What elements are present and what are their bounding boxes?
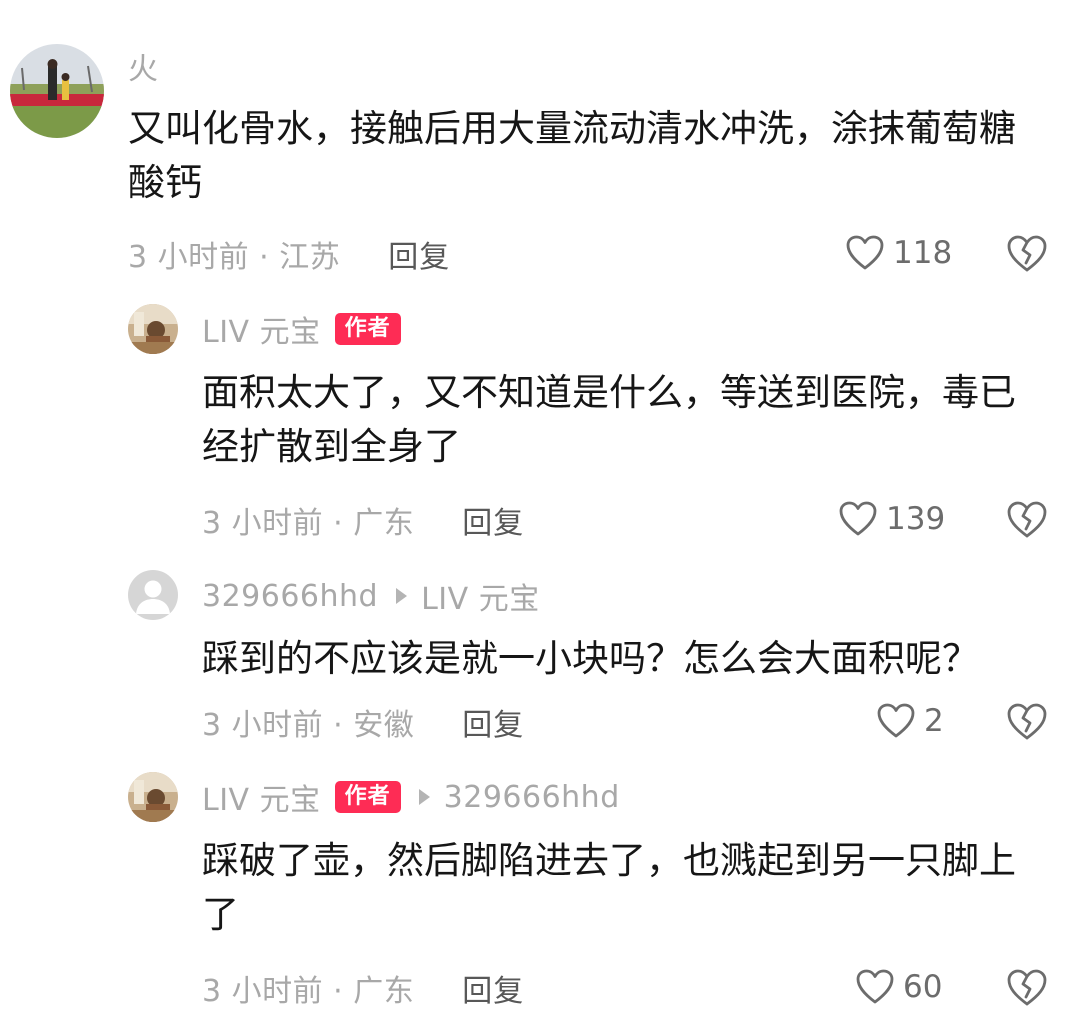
- reply-target[interactable]: LIV 元宝: [421, 574, 540, 618]
- like-button[interactable]: 139: [838, 500, 945, 538]
- heart-outline-icon: [846, 235, 884, 270]
- dislike-button[interactable]: [1006, 968, 1048, 1012]
- heart-outline-icon: [839, 501, 877, 536]
- triangle-right-icon: [418, 789, 430, 805]
- name-row: 329666hhd LIV 元宝: [202, 574, 540, 618]
- time-location: 3 小时前 · 广东: [202, 506, 415, 541]
- name-row: LIV 元宝 作者: [202, 307, 401, 351]
- like-count: 60: [903, 969, 943, 1005]
- dislike-button[interactable]: [1006, 702, 1048, 746]
- time-location: 3 小时前 · 广东: [202, 974, 415, 1009]
- meta-row: 3 小时前 · 广东 回复: [202, 498, 524, 542]
- username[interactable]: 329666hhd: [202, 579, 378, 614]
- like-button[interactable]: 60: [855, 968, 942, 1006]
- avatar[interactable]: [128, 772, 178, 822]
- dislike-button[interactable]: [1006, 500, 1048, 544]
- meta-row: 3 小时前 · 广东 回复: [202, 966, 524, 1010]
- meta-row: 3 小时前 · 安徽 回复: [202, 700, 524, 744]
- username[interactable]: LIV 元宝: [202, 775, 321, 819]
- time-location: 3 小时前 · 江苏: [128, 240, 341, 275]
- like-button[interactable]: 2: [876, 702, 944, 740]
- reply-button[interactable]: 回复: [462, 966, 524, 1010]
- triangle-right-icon: [396, 588, 408, 604]
- broken-heart-icon: [1007, 501, 1047, 538]
- like-button[interactable]: 118: [845, 234, 952, 272]
- reply-button[interactable]: 回复: [388, 232, 450, 276]
- avatar[interactable]: [10, 44, 104, 138]
- heart-outline-icon: [856, 969, 894, 1004]
- broken-heart-icon: [1007, 235, 1047, 272]
- comment-text: 面积太大了，又不知道是什么，等送到医院，毒已经扩散到全身了: [202, 371, 1016, 468]
- broken-heart-icon: [1007, 969, 1047, 1006]
- name-row: LIV 元宝 作者 329666hhd: [202, 775, 620, 819]
- reply-button[interactable]: 回复: [462, 700, 524, 744]
- username[interactable]: LIV 元宝: [202, 307, 321, 351]
- comment-text: 踩破了壶，然后脚陷进去了，也溅起到另一只脚上了: [202, 839, 1016, 936]
- like-count: 118: [893, 235, 953, 271]
- comment-text: 踩到的不应该是就一小块吗？怎么会大面积呢？: [202, 637, 979, 680]
- like-count: 2: [924, 703, 944, 739]
- avatar[interactable]: [128, 304, 178, 354]
- reply-button[interactable]: 回复: [462, 498, 524, 542]
- name-row: 火: [128, 44, 159, 88]
- username[interactable]: 火: [128, 44, 159, 88]
- broken-heart-icon: [1007, 703, 1047, 740]
- reply-target[interactable]: 329666hhd: [444, 780, 620, 815]
- like-count: 139: [886, 501, 946, 537]
- dislike-button[interactable]: [1006, 234, 1048, 278]
- avatar[interactable]: [128, 570, 178, 620]
- author-badge: 作者: [334, 781, 401, 813]
- meta-row: 3 小时前 · 江苏 回复: [128, 232, 450, 276]
- comment-text: 又叫化骨水，接触后用大量流动清水冲洗，涂抹葡萄糖酸钙: [128, 107, 1016, 204]
- heart-outline-icon: [877, 703, 915, 738]
- author-badge: 作者: [334, 313, 401, 345]
- time-location: 3 小时前 · 安徽: [202, 708, 415, 743]
